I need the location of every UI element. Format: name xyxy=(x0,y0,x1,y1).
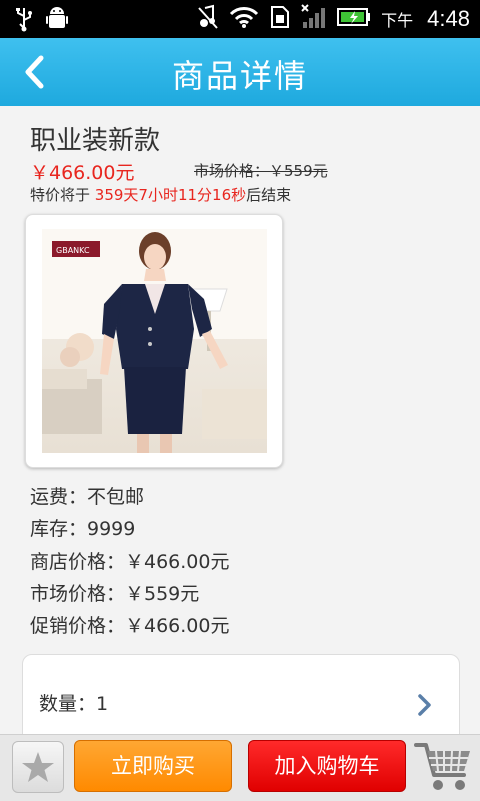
product-image[interactable]: GBANKC xyxy=(25,214,283,468)
countdown-suffix: 后结束 xyxy=(246,186,292,204)
chevron-right-icon[interactable] xyxy=(417,693,433,717)
page-title: 商品详情 xyxy=(171,57,308,95)
promo-price-info: 促销价格：￥466.00元 xyxy=(30,615,230,637)
mute-icon xyxy=(197,4,219,34)
current-price: ￥466.00元 xyxy=(30,162,135,184)
product-photo: GBANKC xyxy=(42,229,267,453)
android-debug-icon xyxy=(46,6,68,36)
buy-now-button[interactable]: 立即购买 xyxy=(74,740,232,792)
shipping-info: 运费：不包邮 xyxy=(30,486,145,508)
market-price-strikethrough: 市场价格：￥559元 xyxy=(194,162,328,180)
bottom-action-bar: 立即购买 加入购物车 xyxy=(0,734,480,801)
shopping-cart-button[interactable] xyxy=(414,739,474,799)
product-detail-content[interactable]: 职业装新款 ￥466.00元 市场价格：￥559元 特价将于 359天7小时11… xyxy=(0,106,480,734)
quantity-label: 数量：1 xyxy=(39,693,109,715)
add-to-cart-button[interactable]: 加入购物车 xyxy=(248,740,406,792)
star-icon xyxy=(22,752,54,782)
favorite-button[interactable] xyxy=(12,741,64,793)
product-name: 职业装新款 xyxy=(30,126,161,156)
countdown-time: 359天7小时11分16秒 xyxy=(94,186,247,204)
status-bar: 下午 4:48 xyxy=(0,0,480,38)
clock-ampm: 下午 xyxy=(381,11,414,30)
market-price-info: 市场价格：￥559元 xyxy=(30,583,200,605)
usb-icon xyxy=(14,6,34,36)
shopping-cart-icon xyxy=(414,743,470,790)
store-price-info: 商店价格：￥466.00元 xyxy=(30,551,230,573)
title-bar: 商品详情 xyxy=(0,38,480,106)
battery-icon xyxy=(337,7,371,31)
signal-icon xyxy=(301,4,327,34)
sim-icon xyxy=(269,4,291,34)
countdown-prefix: 特价将于 xyxy=(30,186,91,204)
wifi-icon xyxy=(229,5,259,33)
clock-time: 4:48 xyxy=(427,6,470,31)
quantity-selector[interactable]: 数量：1 xyxy=(22,654,460,734)
stock-info: 库存：9999 xyxy=(30,518,136,540)
promo-countdown: 特价将于 359天7小时11分16秒后结束 xyxy=(30,184,291,205)
brand-logo: GBANKC xyxy=(56,246,90,255)
